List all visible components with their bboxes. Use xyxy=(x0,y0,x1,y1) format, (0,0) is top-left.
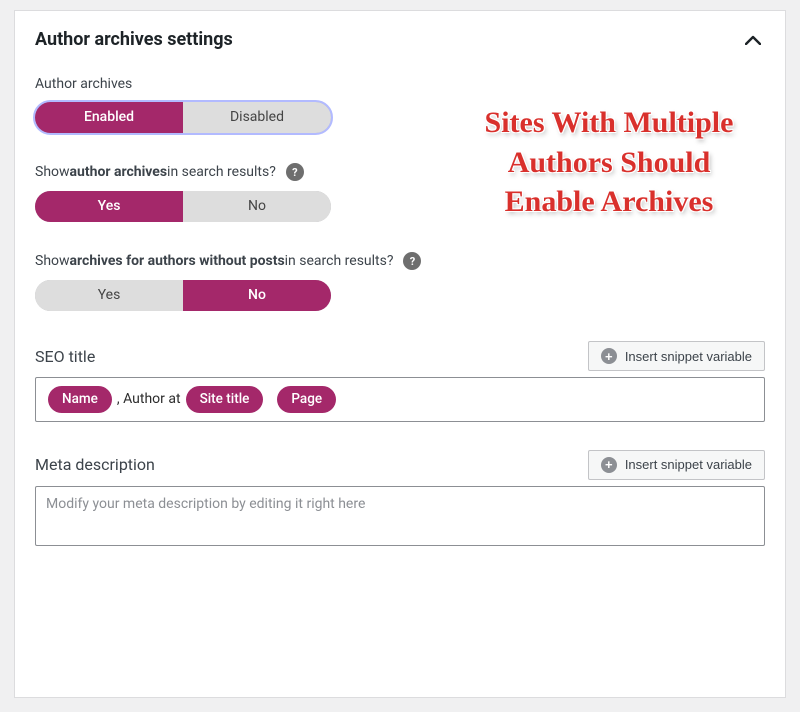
toggle-option-disabled[interactable]: Disabled xyxy=(183,102,331,133)
setting-author-archives: Author archives Enabled Disabled xyxy=(35,76,765,133)
panel-title: Author archives settings xyxy=(35,29,765,50)
snippet-chip-name[interactable]: Name xyxy=(48,386,112,413)
toggle-author-archives[interactable]: Enabled Disabled xyxy=(35,102,331,133)
setting-show-empty-authors: Show archives for authors without posts … xyxy=(35,252,765,311)
toggle-option-no[interactable]: No xyxy=(183,191,331,222)
insert-snippet-button[interactable]: + Insert snippet variable xyxy=(588,450,765,480)
toggle-show-empty-authors[interactable]: Yes No xyxy=(35,280,331,311)
field-title: SEO title xyxy=(35,347,95,366)
toggle-option-yes[interactable]: Yes xyxy=(35,280,183,311)
seo-title-field: SEO title + Insert snippet variable Name… xyxy=(35,341,765,422)
insert-snippet-button[interactable]: + Insert snippet variable xyxy=(588,341,765,371)
setting-show-author-archives: Show author archives in search results? … xyxy=(35,163,765,222)
snippet-chip-page[interactable]: Page xyxy=(277,386,336,413)
toggle-option-enabled[interactable]: Enabled xyxy=(35,102,183,133)
field-title: Meta description xyxy=(35,455,155,474)
chevron-up-icon xyxy=(745,30,761,49)
meta-description-input[interactable]: Modify your meta description by editing … xyxy=(35,486,765,546)
meta-description-field: Meta description + Insert snippet variab… xyxy=(35,450,765,546)
seo-title-input[interactable]: Name , Author at Site title Page xyxy=(35,377,765,422)
toggle-show-author-archives[interactable]: Yes No xyxy=(35,191,331,222)
setting-label: Show archives for authors without posts … xyxy=(35,252,765,270)
toggle-option-no[interactable]: No xyxy=(183,280,331,311)
plus-circle-icon: + xyxy=(601,457,617,473)
setting-label: Show author archives in search results? … xyxy=(35,163,765,181)
plus-circle-icon: + xyxy=(601,348,617,364)
author-archives-panel: Author archives settings Author archives… xyxy=(14,10,786,698)
help-icon[interactable]: ? xyxy=(403,252,421,270)
snippet-chip-site-title[interactable]: Site title xyxy=(186,386,264,413)
toggle-option-yes[interactable]: Yes xyxy=(35,191,183,222)
setting-label: Author archives xyxy=(35,76,765,92)
collapse-toggle[interactable] xyxy=(739,25,767,53)
seo-title-text-fragment: , Author at xyxy=(116,391,182,407)
help-icon[interactable]: ? xyxy=(286,163,304,181)
